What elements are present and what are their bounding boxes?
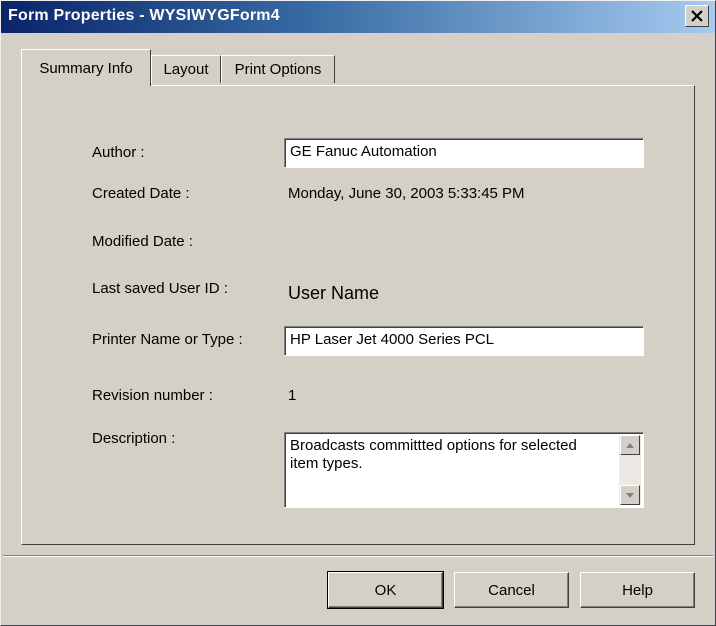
tab-print-options[interactable]: Print Options [221, 55, 335, 83]
close-icon [691, 10, 703, 22]
ok-button-label: OK [374, 581, 397, 599]
author-label: Author : [92, 144, 145, 161]
button-separator [3, 555, 713, 557]
tab-layout-label: Layout [163, 61, 209, 78]
author-value: GE Fanuc Automation [290, 143, 437, 160]
printer-name-field[interactable]: HP Laser Jet 4000 Series PCL [284, 326, 644, 356]
scroll-down-button[interactable] [620, 485, 640, 505]
description-value: Broadcasts committted options for select… [290, 437, 577, 472]
modified-date-label: Modified Date : [92, 233, 193, 250]
window-title: Form Properties - WYSIWYGForm4 [8, 7, 280, 24]
description-scrollbar[interactable] [619, 435, 641, 505]
created-date-value: Monday, June 30, 2003 5:33:45 PM [288, 185, 525, 202]
last-saved-user-id-label: Last saved User ID : [92, 280, 228, 297]
summary-info-panel: Author : GE Fanuc Automation Created Dat… [21, 85, 695, 545]
printer-name-label: Printer Name or Type : [92, 331, 243, 348]
arrow-down-icon [626, 492, 634, 498]
help-button-label: Help [622, 581, 653, 599]
printer-name-value: HP Laser Jet 4000 Series PCL [290, 331, 495, 348]
description-textarea[interactable]: Broadcasts committted options for select… [284, 432, 644, 508]
arrow-up-icon [626, 442, 634, 448]
revision-number-label: Revision number : [92, 387, 213, 404]
cancel-button-label: Cancel [488, 581, 535, 599]
help-button[interactable]: Help [580, 572, 695, 608]
close-button[interactable] [685, 5, 709, 27]
ok-button[interactable]: OK [327, 571, 444, 609]
description-label: Description : [92, 430, 176, 447]
created-date-label: Created Date : [92, 185, 190, 202]
revision-number-value: 1 [288, 387, 297, 404]
cancel-button[interactable]: Cancel [454, 572, 569, 608]
author-field[interactable]: GE Fanuc Automation [284, 138, 644, 168]
title-bar[interactable]: Form Properties - WYSIWYGForm4 [1, 1, 715, 33]
tab-layout[interactable]: Layout [151, 55, 221, 83]
last-saved-user-id-value: User Name [288, 283, 380, 303]
tab-summary-info[interactable]: Summary Info [21, 49, 151, 86]
tab-summary-info-label: Summary Info [39, 59, 133, 77]
form-properties-dialog: Form Properties - WYSIWYGForm4 Summary I… [0, 0, 716, 626]
tab-print-options-label: Print Options [234, 61, 322, 78]
scroll-up-button[interactable] [620, 435, 640, 455]
